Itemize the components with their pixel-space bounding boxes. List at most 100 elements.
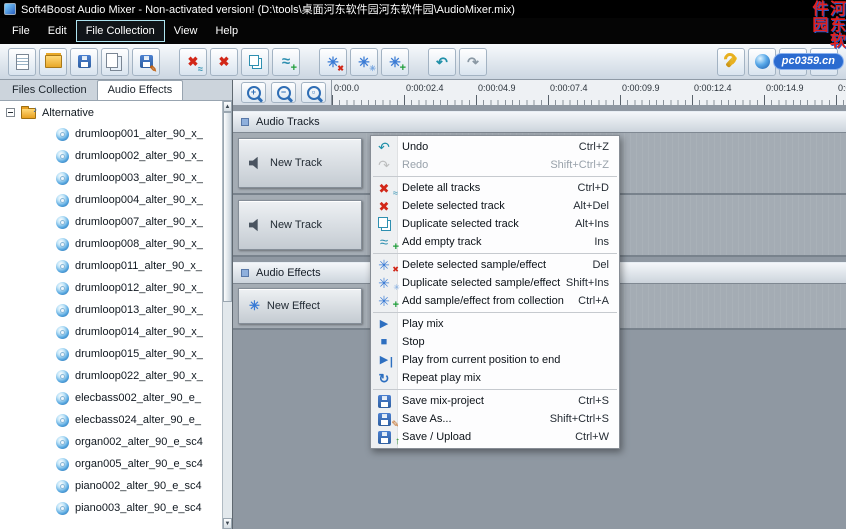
menu-item[interactable]: Add sample/effect from collection Ctrl+A <box>371 292 619 310</box>
file-item[interactable]: drumloop004_alter_90_x_ <box>0 189 222 211</box>
file-list-scrollbar[interactable]: ▲ ▼ <box>222 101 232 529</box>
menu-item[interactable]: Undo Ctrl+Z <box>371 138 619 156</box>
time-label: 0:00:14.9 <box>764 80 836 105</box>
file-name: organ005_alter_90_e_sc4 <box>75 458 203 470</box>
file-item[interactable]: drumloop001_alter_90_x_ <box>0 123 222 145</box>
file-name: drumloop004_alter_90_x_ <box>75 194 203 206</box>
menu-item-label: Delete selected sample/effect <box>397 259 592 271</box>
toolbar-button[interactable] <box>179 48 207 76</box>
section-title: Audio Effects <box>256 267 321 279</box>
toolbar-button[interactable] <box>241 48 269 76</box>
menu-item[interactable]: Duplicate selected track Alt+Ins <box>371 215 619 233</box>
file-item[interactable]: drumloop008_alter_90_x_ <box>0 233 222 255</box>
toolbar-button[interactable] <box>210 48 238 76</box>
file-item[interactable]: drumloop002_alter_90_x_ <box>0 145 222 167</box>
menu-item[interactable]: File Collection <box>76 20 165 42</box>
toolbar-button[interactable] <box>717 48 745 76</box>
file-item[interactable]: piano003_alter_90_e_sc4 <box>0 497 222 519</box>
menu-item[interactable]: File <box>3 21 39 41</box>
file-item[interactable]: drumloop012_alter_90_x_ <box>0 277 222 299</box>
scrollbar-thumb[interactable] <box>223 112 232 302</box>
toolbar-button[interactable] <box>381 48 409 76</box>
file-item[interactable]: drumloop007_alter_90_x_ <box>0 211 222 233</box>
tab-audio-effects[interactable]: Audio Effects <box>97 80 184 100</box>
menu-item[interactable]: Help <box>206 21 247 41</box>
file-item[interactable]: piano002_alter_90_e_sc4 <box>0 475 222 497</box>
menu-item-label: Add sample/effect from collection <box>397 295 578 307</box>
file-item[interactable]: elecbass002_alter_90_e_ <box>0 387 222 409</box>
menu-item[interactable]: Add empty track Ins <box>371 233 619 251</box>
timeline-ruler[interactable]: 0:00.00:00:02.40:00:04.90:00:07.40:00:09… <box>331 80 846 105</box>
toolbar-button[interactable] <box>748 48 776 76</box>
toolbar-button[interactable] <box>459 48 487 76</box>
menu-item[interactable]: Redo Shift+Ctrl+Z <box>371 156 619 174</box>
file-item[interactable]: drumloop015_alter_90_x_ <box>0 343 222 365</box>
speaker-icon <box>249 219 263 232</box>
menu-item[interactable]: Delete selected sample/effect Del <box>371 256 619 274</box>
duplicate-selected-track-icon <box>371 217 397 231</box>
audio-file-icon <box>56 436 69 449</box>
menu-item[interactable]: Save As... Shift+Ctrl+S <box>371 410 619 428</box>
file-item[interactable]: organ005_alter_90_e_sc4 <box>0 453 222 475</box>
toolbar-button[interactable] <box>810 48 838 76</box>
menu-item[interactable]: Save / Upload Ctrl+W <box>371 428 619 446</box>
menu-separator <box>371 310 619 315</box>
file-name: drumloop002_alter_90_x_ <box>75 150 203 162</box>
redo-icon <box>464 53 482 71</box>
file-item[interactable]: drumloop022_alter_90_x_ <box>0 365 222 387</box>
toolbar <box>0 44 846 80</box>
file-name: drumloop011_alter_90_x_ <box>75 260 202 272</box>
file-name: drumloop014_alter_90_x_ <box>75 326 203 338</box>
menu-item-label: Save As... <box>397 413 550 425</box>
file-item[interactable]: elecbass024_alter_90_e_ <box>0 409 222 431</box>
menu-item[interactable]: Play mix <box>371 315 619 333</box>
menu-item-label: Delete all tracks <box>397 182 578 194</box>
menu-item[interactable]: Play from current position to end <box>371 351 619 369</box>
file-item[interactable]: drumloop013_alter_90_x_ <box>0 299 222 321</box>
menu-item[interactable]: Delete all tracks Ctrl+D <box>371 179 619 197</box>
file-item[interactable]: organ002_alter_90_e_sc4 <box>0 431 222 453</box>
file-item[interactable]: drumloop011_alter_90_x_ <box>0 255 222 277</box>
menu-item-shortcut: Shift+Ctrl+Z <box>550 159 619 171</box>
app-window: Soft4Boost Audio Mixer - Non-activated v… <box>0 0 846 529</box>
zoom-button[interactable] <box>241 82 266 103</box>
new-track-button[interactable]: New Track <box>238 200 362 250</box>
menu-item[interactable]: Delete selected track Alt+Del <box>371 197 619 215</box>
scroll-down-icon[interactable]: ▼ <box>223 518 232 529</box>
toolbar-button[interactable] <box>428 48 456 76</box>
menu-item[interactable]: Repeat play mix <box>371 369 619 387</box>
tab-files-collection[interactable]: Files Collection <box>2 81 97 100</box>
file-item[interactable]: drumloop003_alter_90_x_ <box>0 167 222 189</box>
toolbar-button[interactable] <box>8 48 36 76</box>
toolbar-button[interactable] <box>70 48 98 76</box>
audio-file-icon <box>56 370 69 383</box>
zoom-button[interactable] <box>301 82 326 103</box>
file-name: drumloop008_alter_90_x_ <box>75 238 203 250</box>
menu-item[interactable]: Edit <box>39 21 76 41</box>
file-name: piano002_alter_90_e_sc4 <box>75 480 202 492</box>
file-item[interactable]: drumloop014_alter_90_x_ <box>0 321 222 343</box>
scroll-up-icon[interactable]: ▲ <box>223 101 232 112</box>
new-mix-icon <box>13 53 31 71</box>
audio-device-icon <box>753 53 771 71</box>
menu-item[interactable]: Duplicate selected sample/effect Shift+I… <box>371 274 619 292</box>
audio-file-icon <box>56 150 69 163</box>
toolbar-button[interactable] <box>319 48 347 76</box>
toolbar-button[interactable] <box>132 48 160 76</box>
new-track-button[interactable]: New Track <box>238 138 362 188</box>
collapse-toggle-icon[interactable] <box>6 108 15 117</box>
menu-item[interactable]: View <box>165 21 207 41</box>
menu-item[interactable]: Stop <box>371 333 619 351</box>
help-icon <box>784 53 802 71</box>
tree-root-row[interactable]: Alternative <box>0 101 222 123</box>
zoom-out-icon <box>275 84 293 102</box>
toolbar-button[interactable] <box>350 48 378 76</box>
toolbar-button[interactable] <box>101 48 129 76</box>
toolbar-button[interactable] <box>779 48 807 76</box>
menu-item[interactable]: Save mix-project Ctrl+S <box>371 392 619 410</box>
toolbar-button[interactable] <box>39 48 67 76</box>
save-as-icon <box>371 413 397 426</box>
new-effect-button[interactable]: ✳ New Effect <box>238 288 362 324</box>
zoom-button[interactable] <box>271 82 296 103</box>
toolbar-button[interactable] <box>272 48 300 76</box>
